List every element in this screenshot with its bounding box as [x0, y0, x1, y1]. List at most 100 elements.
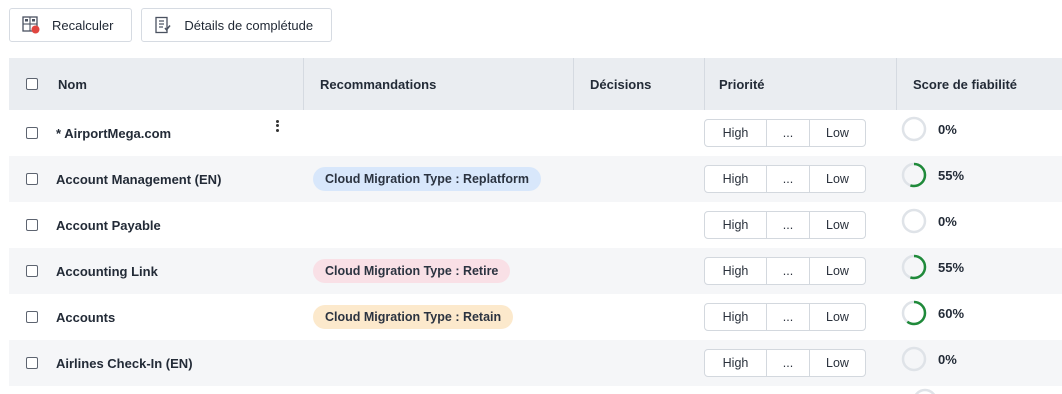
priority-low-option[interactable]: Low [810, 212, 865, 238]
score-ring-icon [901, 254, 927, 280]
header-score-label: Score de fiabilité [913, 76, 1018, 92]
priority-selector[interactable]: High ... Low [704, 257, 866, 285]
score-ring-icon [901, 162, 927, 188]
row-select-cell [9, 265, 55, 277]
recommendation-tag[interactable]: Cloud Migration Type : Retain [313, 305, 514, 329]
priority-high-option[interactable]: High [705, 212, 767, 238]
row-checkbox[interactable] [26, 127, 38, 139]
row-select-cell [9, 219, 55, 231]
priority-medium-option[interactable]: ... [767, 350, 810, 376]
row-checkbox[interactable] [26, 265, 38, 277]
table-row[interactable]: Accounts Cloud Migration Type : Retain H… [9, 294, 1062, 340]
row-select-cell [9, 357, 55, 369]
row-score-cell: 60% [896, 300, 1062, 327]
row-name[interactable]: Accounts [56, 310, 115, 325]
priority-low-option[interactable]: Low [810, 350, 865, 376]
row-name[interactable]: * AirportMega.com [56, 126, 171, 141]
priority-low-option[interactable]: Low [810, 120, 865, 146]
row-checkbox[interactable] [26, 173, 38, 185]
toolbar: Recalculer Détails de complétude [9, 8, 333, 42]
row-score-cell: 0% [896, 116, 1062, 143]
header-recommendations-label: Recommandations [320, 76, 437, 92]
recommendation-tag[interactable]: Cloud Migration Type : Replatform [313, 167, 541, 191]
priority-medium-option[interactable]: ... [767, 166, 810, 192]
row-score-cell: 0% [896, 346, 1062, 373]
priority-high-option[interactable]: High [705, 304, 767, 330]
row-name-cell: Accounting Link [55, 264, 303, 279]
priority-high-option[interactable]: High [705, 258, 767, 284]
row-priority-cell: High ... Low [704, 211, 896, 239]
row-select-cell [9, 127, 55, 139]
priority-low-option[interactable]: Low [810, 304, 865, 330]
row-select-cell [9, 173, 55, 185]
row-name[interactable]: Account Management (EN) [56, 172, 221, 187]
header-priority-label: Priorité [719, 76, 765, 92]
row-name-cell: Airlines Check-In (EN) [55, 356, 303, 371]
priority-medium-option[interactable]: ... [767, 212, 810, 238]
completeness-details-button[interactable]: Détails de complétude [141, 8, 333, 42]
priority-selector[interactable]: High ... Low [704, 165, 866, 193]
priority-low-option[interactable]: Low [810, 166, 865, 192]
score-value: 55% [938, 167, 965, 183]
recalculate-button[interactable]: Recalculer [9, 8, 133, 42]
row-priority-cell: High ... Low [704, 303, 896, 331]
priority-low-option[interactable]: Low [810, 258, 865, 284]
priority-selector[interactable]: High ... Low [704, 211, 866, 239]
priority-selector[interactable]: High ... Low [704, 119, 866, 147]
score-ring-icon [901, 116, 927, 142]
score-value: 0% [938, 121, 957, 137]
header-decisions-label: Décisions [590, 76, 652, 92]
header-recommendations[interactable]: Recommandations [303, 58, 573, 110]
score-value: 0% [938, 351, 957, 367]
row-name[interactable]: Account Payable [56, 218, 161, 233]
priority-high-option[interactable]: High [705, 350, 767, 376]
header-decisions[interactable]: Décisions [573, 58, 704, 110]
grid-body: * AirportMega.com High ... Low 0% Accoun… [9, 110, 1062, 386]
priority-medium-option[interactable]: ... [767, 258, 810, 284]
priority-high-option[interactable]: High [705, 166, 767, 192]
row-priority-cell: High ... Low [704, 349, 896, 377]
table-row[interactable]: Account Management (EN) Cloud Migration … [9, 156, 1062, 202]
header-name-label: Nom [58, 76, 87, 92]
row-priority-cell: High ... Low [704, 165, 896, 193]
score-value: 0% [938, 213, 957, 229]
priority-medium-option[interactable]: ... [767, 304, 810, 330]
priority-high-option[interactable]: High [705, 120, 767, 146]
score-value: 55% [938, 259, 965, 275]
row-score-cell: 55% [896, 254, 1062, 281]
row-checkbox[interactable] [26, 311, 38, 323]
row-name[interactable]: Accounting Link [56, 264, 158, 279]
priority-selector[interactable]: High ... Low [704, 303, 866, 331]
recommendation-tag[interactable]: Cloud Migration Type : Retire [313, 259, 511, 283]
row-recommendation-cell: Cloud Migration Type : Replatform [303, 167, 573, 191]
row-select-cell [9, 311, 55, 323]
header-score[interactable]: Score de fiabilité [896, 58, 1062, 110]
table-row[interactable]: Account Payable High ... Low 0% [9, 202, 1062, 248]
table-row[interactable]: * AirportMega.com High ... Low 0% [9, 110, 1062, 156]
select-all-cell [9, 78, 55, 90]
row-priority-cell: High ... Low [704, 119, 896, 147]
row-name-cell: Accounts [55, 310, 303, 325]
row-priority-cell: High ... Low [704, 257, 896, 285]
row-name-cell: * AirportMega.com [55, 119, 303, 141]
table-row[interactable]: Accounting Link Cloud Migration Type : R… [9, 248, 1062, 294]
score-ring-icon [901, 300, 927, 326]
partial-score-ring [914, 388, 936, 394]
priority-medium-option[interactable]: ... [767, 120, 810, 146]
row-checkbox[interactable] [26, 357, 38, 369]
select-all-checkbox[interactable] [26, 78, 38, 90]
header-priority[interactable]: Priorité [704, 58, 896, 110]
more-options-icon[interactable] [271, 118, 283, 134]
row-name-cell: Account Payable [55, 218, 303, 233]
completeness-details-label: Détails de complétude [184, 17, 314, 33]
priority-selector[interactable]: High ... Low [704, 349, 866, 377]
row-recommendation-cell: Cloud Migration Type : Retain [303, 305, 573, 329]
score-ring-icon [901, 346, 927, 372]
header-name[interactable]: Nom [55, 58, 303, 110]
row-checkbox[interactable] [26, 219, 38, 231]
score-value: 60% [938, 305, 965, 321]
table-row[interactable]: Airlines Check-In (EN) High ... Low 0% [9, 340, 1062, 386]
checklist-icon [154, 16, 172, 34]
row-name[interactable]: Airlines Check-In (EN) [56, 356, 193, 371]
row-recommendation-cell: Cloud Migration Type : Retire [303, 259, 573, 283]
